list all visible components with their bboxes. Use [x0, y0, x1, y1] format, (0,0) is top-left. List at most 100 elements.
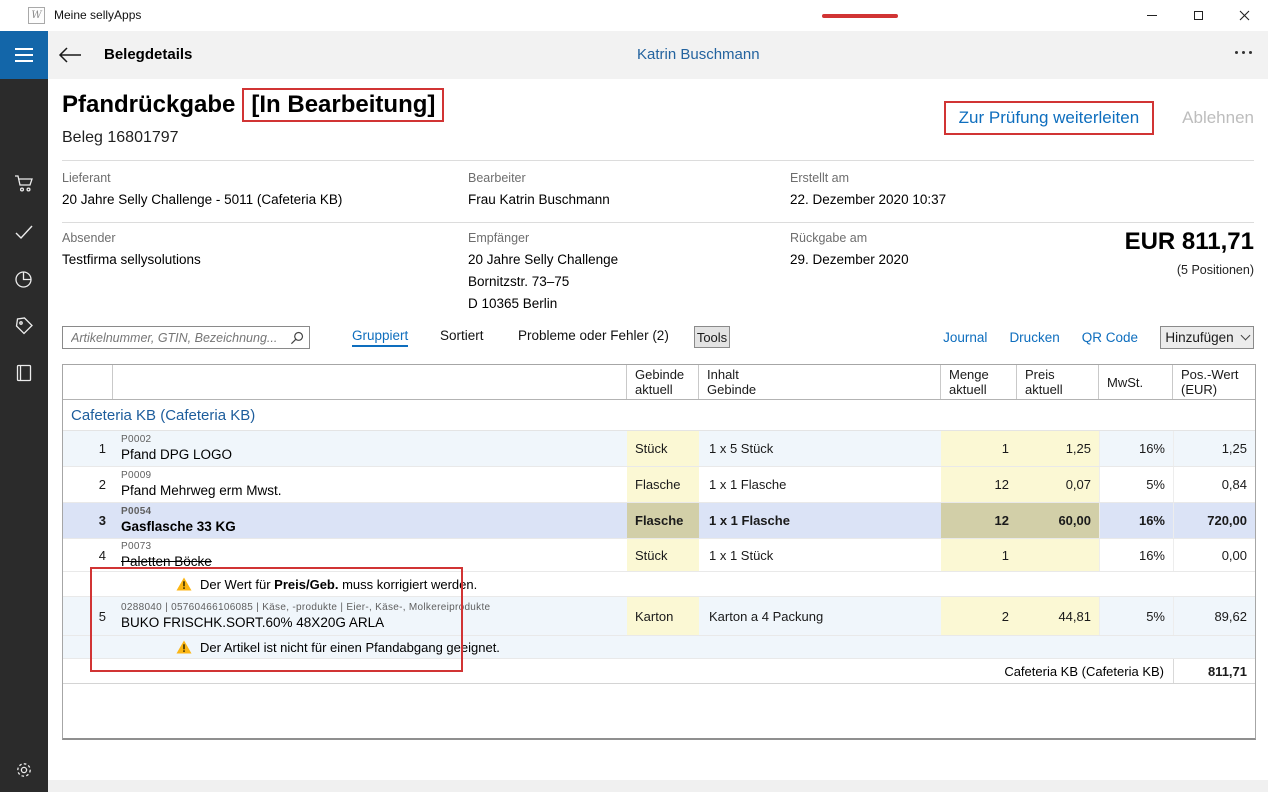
field-label: Empfänger — [468, 231, 618, 245]
window-title: Meine sellyApps — [54, 8, 141, 22]
drucken-link[interactable]: Drucken — [1009, 330, 1059, 345]
table-row-selected[interactable]: 3 P0054 Gasflasche 33 KG Flasche 1 x 1 F… — [63, 503, 1255, 539]
appbar: Belegdetails Katrin Buschmann — [0, 31, 1268, 79]
document-total: EUR 811,71 (5 Positionen) — [1125, 228, 1254, 277]
sidebar-item-cart[interactable] — [12, 171, 36, 195]
column-header-pos-wert: Pos.-Wert(EUR) — [1173, 365, 1255, 399]
document-number: Beleg 16801797 — [62, 129, 179, 147]
filter-probleme-oder-fehler[interactable]: Probleme oder Fehler (2) — [518, 328, 669, 343]
search-icon — [290, 331, 304, 345]
field-label: Erstellt am — [790, 171, 946, 185]
inhalt-cell: Karton a 4 Packung — [699, 597, 941, 635]
group-footer-total: 811,71 — [1173, 659, 1255, 683]
field-label: Rückgabe am — [790, 231, 909, 245]
gebinde-cell: Flasche — [627, 503, 699, 538]
hinzufuegen-label: Hinzufügen — [1165, 330, 1233, 345]
article-cell: 0288040 | 05760466106085 | Käse, -produk… — [113, 597, 627, 635]
column-header-preis: Preisaktuell — [1017, 365, 1099, 399]
pie-chart-icon — [12, 267, 36, 291]
reject-button[interactable]: Ablehnen — [1182, 108, 1254, 128]
search-box — [62, 326, 310, 349]
mwst-cell: 16% — [1099, 431, 1173, 466]
app-window: W Meine sellyApps Belegdetails Katrin Bu… — [0, 0, 1268, 792]
more-dots-icon — [1235, 51, 1238, 54]
column-header-mwst: MwSt. — [1099, 365, 1173, 399]
menge-cell: 1 — [941, 431, 1017, 466]
sidebar-item-statistics[interactable] — [12, 267, 36, 291]
warning-triangle-icon — [176, 577, 192, 591]
field-label: Lieferant — [62, 171, 342, 185]
filter-sortiert[interactable]: Sortiert — [440, 328, 484, 343]
maximize-button[interactable] — [1175, 0, 1221, 31]
qr-code-link[interactable]: QR Code — [1082, 330, 1138, 345]
back-arrow-icon — [58, 46, 82, 64]
column-header-article — [113, 365, 627, 399]
hamburger-icon — [15, 48, 33, 50]
field-value-line: 20 Jahre Selly Challenge — [468, 252, 618, 267]
hinzufuegen-dropdown-button[interactable]: Hinzufügen — [1160, 326, 1254, 349]
article-code: P0002 — [121, 434, 619, 446]
row-number: 1 — [63, 431, 113, 466]
journal-link[interactable]: Journal — [943, 330, 987, 345]
mwst-cell: 5% — [1099, 467, 1173, 502]
gebinde-cell: Karton — [627, 597, 699, 635]
article-code: P0009 — [121, 470, 619, 482]
inhalt-cell: 1 x 5 Stück — [699, 431, 941, 466]
field-label: Bearbeiter — [468, 171, 610, 185]
search-input[interactable] — [69, 328, 279, 347]
positions-table: Gebindeaktuell InhaltGebinde Mengeaktuel… — [62, 364, 1256, 740]
row-number: 3 — [63, 503, 113, 538]
sidebar — [0, 79, 48, 792]
sidebar-item-tasks[interactable] — [12, 220, 36, 244]
table-row[interactable]: 2 P0009 Pfand Mehrweg erm Mwst. Flasche … — [63, 467, 1255, 503]
warning-triangle-icon — [176, 640, 192, 654]
warning-row: Der Artikel ist nicht für einen Pfandabg… — [63, 636, 1255, 659]
row-number: 4 — [63, 539, 113, 571]
column-header-num — [63, 365, 113, 399]
mwst-cell: 5% — [1099, 597, 1173, 635]
checkmark-icon — [12, 220, 36, 244]
back-button[interactable] — [58, 43, 86, 67]
sidebar-item-settings[interactable] — [12, 758, 36, 782]
tools-button[interactable]: Tools — [694, 326, 730, 348]
field-value: 29. Dezember 2020 — [790, 252, 909, 267]
total-amount: EUR 811,71 — [1125, 228, 1254, 256]
field-label: Absender — [62, 231, 201, 245]
forward-for-review-button[interactable]: Zur Prüfung weiterleiten — [944, 101, 1154, 135]
preis-cell: 1,25 — [1017, 431, 1099, 466]
page-title: Belegdetails — [104, 31, 192, 79]
hamburger-menu-button[interactable] — [0, 31, 48, 79]
field-value: Frau Katrin Buschmann — [468, 192, 610, 207]
close-button[interactable] — [1221, 0, 1267, 31]
menge-cell: 1 — [941, 539, 1017, 571]
article-code: P0073 — [121, 541, 619, 553]
field-absender: Absender Testfirma sellysolutions — [62, 231, 201, 267]
column-header-menge: Mengeaktuell — [941, 365, 1017, 399]
user-name-link[interactable]: Katrin Buschmann — [637, 31, 760, 79]
total-positions: (5 Positionen) — [1125, 263, 1254, 277]
table-row[interactable]: 1 P0002 Pfand DPG LOGO Stück 1 x 5 Stück… — [63, 431, 1255, 467]
table-header-row: Gebindeaktuell InhaltGebinde Mengeaktuel… — [63, 365, 1255, 400]
table-row[interactable]: 4 P0073 Paletten Böcke Stück 1 x 1 Stück… — [63, 539, 1255, 572]
sidebar-item-pricing[interactable] — [12, 314, 36, 338]
sidebar-item-catalog[interactable] — [12, 361, 36, 385]
preis-cell: 60,00 — [1017, 503, 1099, 538]
filter-gruppiert[interactable]: Gruppiert — [352, 328, 408, 347]
warning-message: Der Wert für Preis/Geb. muss korrigiert … — [200, 577, 477, 592]
field-erstellt-am: Erstellt am 22. Dezember 2020 10:37 — [790, 171, 946, 207]
minimize-button[interactable] — [1129, 0, 1175, 31]
chevron-down-icon — [1240, 331, 1250, 341]
app-logo-icon: W — [28, 7, 45, 24]
more-options-button[interactable] — [1235, 51, 1252, 54]
table-row[interactable]: 5 0288040 | 05760466106085 | Käse, -prod… — [63, 597, 1255, 636]
pos-wert-cell: 0,00 — [1173, 539, 1255, 571]
divider — [62, 160, 1254, 161]
field-value: 22. Dezember 2020 10:37 — [790, 192, 946, 207]
column-header-gebinde: Gebindeaktuell — [627, 365, 699, 399]
divider — [62, 222, 1254, 223]
document-type-title: Pfandrückgabe — [62, 91, 235, 119]
group-footer-row: Cafeteria KB (Cafeteria KB) 811,71 — [63, 659, 1255, 684]
article-cell: P0002 Pfand DPG LOGO — [113, 431, 627, 466]
article-code: 0288040 | 05760466106085 | Käse, -produk… — [121, 602, 619, 614]
bottom-scrollbar-track[interactable] — [48, 780, 1268, 792]
